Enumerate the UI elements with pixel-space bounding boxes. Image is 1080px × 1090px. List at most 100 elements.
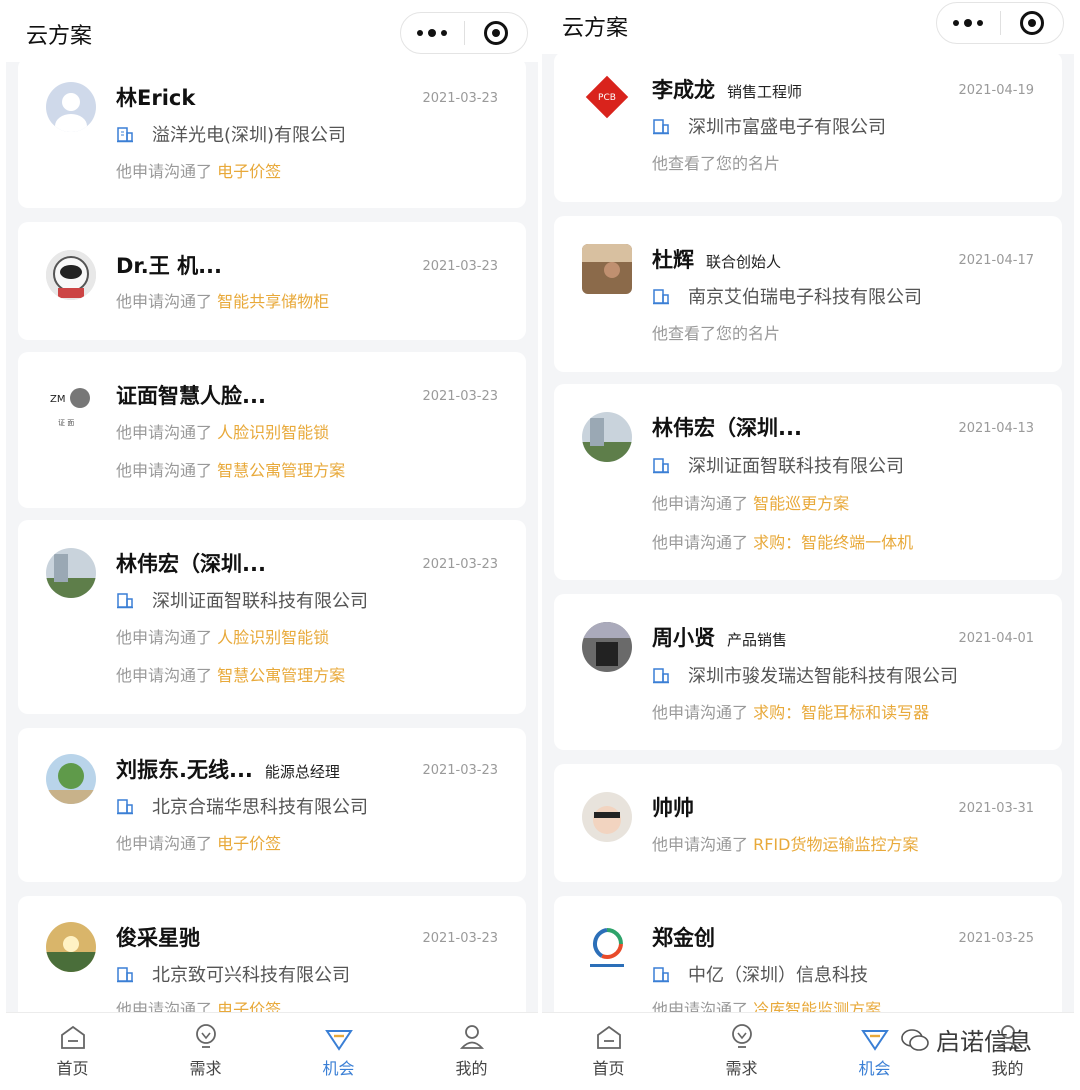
tab-home[interactable]: 首页 — [542, 1013, 675, 1090]
contact-role: 销售工程师 — [727, 83, 803, 101]
title-bar: 云方案 — [6, 0, 538, 62]
company-row: 深圳证面智联科技有限公司 — [652, 452, 904, 478]
bottom-tab-bar: 首页 需求 机会 我的 — [6, 1012, 538, 1090]
app-title: 云方案 — [26, 24, 93, 49]
left-phone-screen: 林Erick 2021-03-23 溢洋光电(深圳)有限公司 他申请沟通了 电子… — [6, 0, 538, 1090]
tab-demand[interactable]: 需求 — [139, 1013, 272, 1090]
activity-line: 他申请沟通了 求购：智能耳标和读写器 — [652, 703, 930, 722]
target-icon — [1019, 11, 1044, 35]
building-icon — [117, 127, 133, 143]
contact-date: 2021-03-23 — [422, 389, 498, 404]
diamond-icon — [324, 1030, 353, 1051]
diamond-icon — [860, 1030, 889, 1051]
solution-link[interactable]: 人脸识别智能锁 — [217, 423, 329, 442]
solution-link[interactable]: 智能巡更方案 — [753, 494, 849, 513]
solution-link[interactable]: 人脸识别智能锁 — [217, 628, 329, 647]
contact-date: 2021-03-23 — [422, 931, 498, 946]
building-icon — [653, 458, 669, 474]
activity-line: 他申请沟通了 电子价签 — [116, 834, 282, 853]
contact-date: 2021-03-31 — [958, 801, 1034, 816]
svg-text:ZM: ZM — [50, 394, 65, 405]
home-icon — [60, 1025, 85, 1049]
contact-card[interactable]: 林Erick 2021-03-23 溢洋光电(深圳)有限公司 他申请沟通了 电子… — [18, 58, 526, 208]
tab-demand[interactable]: 需求 — [675, 1013, 808, 1090]
right-phone-screen: PCB 李成龙 销售工程师 2021-04-19 深圳市富盛电子有限公司 他查看了… — [542, 0, 1074, 1090]
contact-name: Dr.王 机... — [116, 254, 223, 278]
solution-link[interactable]: RFID货物运输监控方案 — [753, 835, 918, 854]
solution-link[interactable]: 智慧公寓管理方案 — [217, 666, 345, 685]
contact-date: 2021-03-23 — [422, 259, 498, 274]
contact-name: 俊采星驰 — [116, 926, 200, 950]
contact-date: 2021-03-23 — [422, 91, 498, 106]
building-icon — [653, 668, 669, 684]
bulb-icon — [731, 1024, 752, 1048]
avatar — [46, 548, 96, 598]
company-name: 北京合瑞华思科技有限公司 — [152, 797, 368, 818]
user-icon — [459, 1025, 484, 1049]
tab-home[interactable]: 首页 — [6, 1013, 139, 1090]
watermark-text: 启诺信息 — [936, 1028, 1032, 1056]
contact-date: 2021-03-23 — [422, 763, 498, 778]
company-name: 深圳证面智联科技有限公司 — [152, 591, 368, 612]
more-button[interactable] — [937, 3, 1000, 43]
contact-card[interactable]: 周小贤 产品销售 2021-04-01 深圳市骏发瑞达智能科技有限公司 他申请沟通… — [554, 594, 1062, 750]
watermark: 启诺信息 — [900, 1022, 1032, 1057]
solution-link[interactable]: 智能共享储物柜 — [217, 292, 329, 311]
building-icon — [653, 967, 669, 983]
activity-line: 他申请沟通了 RFID货物运输监控方案 — [652, 835, 919, 854]
contact-name: 周小贤 产品销售 — [652, 626, 788, 650]
building-icon — [653, 119, 669, 135]
company-row: 深圳市富盛电子有限公司 — [652, 113, 886, 139]
contact-date: 2021-04-19 — [958, 83, 1034, 98]
company-logo — [582, 922, 632, 972]
close-miniprogram-button[interactable] — [465, 13, 528, 53]
activity-line: 他查看了您的名片 — [652, 324, 781, 343]
contact-date: 2021-04-17 — [958, 253, 1034, 268]
tab-opportunity[interactable]: 机会 — [272, 1013, 405, 1090]
solution-link[interactable]: 电子价签 — [217, 162, 281, 181]
company-name: 深圳市富盛电子有限公司 — [688, 117, 886, 138]
home-icon — [596, 1025, 621, 1049]
tab-mine[interactable]: 我的 — [405, 1013, 538, 1090]
avatar — [582, 244, 632, 294]
contact-card[interactable]: 林伟宏（深圳... 2021-04-13 深圳证面智联科技有限公司 他申请沟通了… — [554, 384, 1062, 580]
more-button[interactable] — [401, 13, 464, 53]
contact-name: 刘振东.无线... 能源总经理 — [116, 758, 340, 782]
company-name: 南京艾伯瑞电子科技有限公司 — [688, 287, 922, 308]
contact-card[interactable]: 杜辉 联合创始人 2021-04-17 南京艾伯瑞电子科技有限公司 他查看了您的名… — [554, 216, 1062, 372]
company-name: 深圳市骏发瑞达智能科技有限公司 — [688, 666, 958, 687]
contact-card[interactable]: 林伟宏（深圳... 2021-03-23 深圳证面智联科技有限公司 他申请沟通了… — [18, 520, 526, 714]
contact-card[interactable]: Dr.王 机... 2021-03-23 他申请沟通了 智能共享储物柜 — [18, 222, 526, 340]
title-bar: 云方案 — [542, 0, 1074, 54]
company-name: 北京致可兴科技有限公司 — [152, 965, 350, 986]
more-dots-icon — [417, 29, 448, 37]
contact-card[interactable]: 刘振东.无线... 能源总经理 2021-03-23 北京合瑞华思科技有限公司 他… — [18, 728, 526, 882]
solution-link[interactable]: 求购：智能终端一体机 — [753, 533, 913, 552]
contact-name: 林伟宏（深圳... — [652, 416, 802, 440]
contact-name: 帅帅 — [652, 796, 694, 820]
avatar — [582, 412, 632, 462]
bulb-icon — [195, 1024, 216, 1048]
close-miniprogram-button[interactable] — [1001, 3, 1064, 43]
svg-text:PCB: PCB — [598, 93, 616, 103]
contact-date: 2021-03-23 — [422, 557, 498, 572]
contact-name: 林Erick — [116, 86, 196, 110]
solution-link[interactable]: 求购：智能耳标和读写器 — [753, 703, 929, 722]
contact-name: 证面智慧人脸... — [116, 384, 266, 408]
contact-name: 郑金创 — [652, 926, 715, 950]
contact-role: 联合创始人 — [706, 253, 782, 271]
contact-card[interactable]: ZM 证 面 证面智慧人脸... 2021-03-23 他申请沟通了 人脸识别智能… — [18, 352, 526, 508]
contact-name: 林伟宏（深圳... — [116, 552, 266, 576]
contact-date: 2021-04-13 — [958, 421, 1034, 436]
target-icon — [483, 21, 508, 45]
solution-link[interactable]: 电子价签 — [217, 834, 281, 853]
wechat-icon — [901, 1028, 929, 1051]
avatar — [46, 82, 96, 132]
company-row: 深圳证面智联科技有限公司 — [116, 587, 368, 613]
company-row: 深圳市骏发瑞达智能科技有限公司 — [652, 662, 958, 688]
contact-card[interactable]: 帅帅 2021-03-31 他申请沟通了 RFID货物运输监控方案 — [554, 764, 1062, 882]
company-row: 北京合瑞华思科技有限公司 — [116, 793, 368, 819]
contact-card[interactable]: PCB 李成龙 销售工程师 2021-04-19 深圳市富盛电子有限公司 他查看了… — [554, 52, 1062, 202]
avatar — [46, 922, 96, 972]
solution-link[interactable]: 智慧公寓管理方案 — [217, 461, 345, 480]
